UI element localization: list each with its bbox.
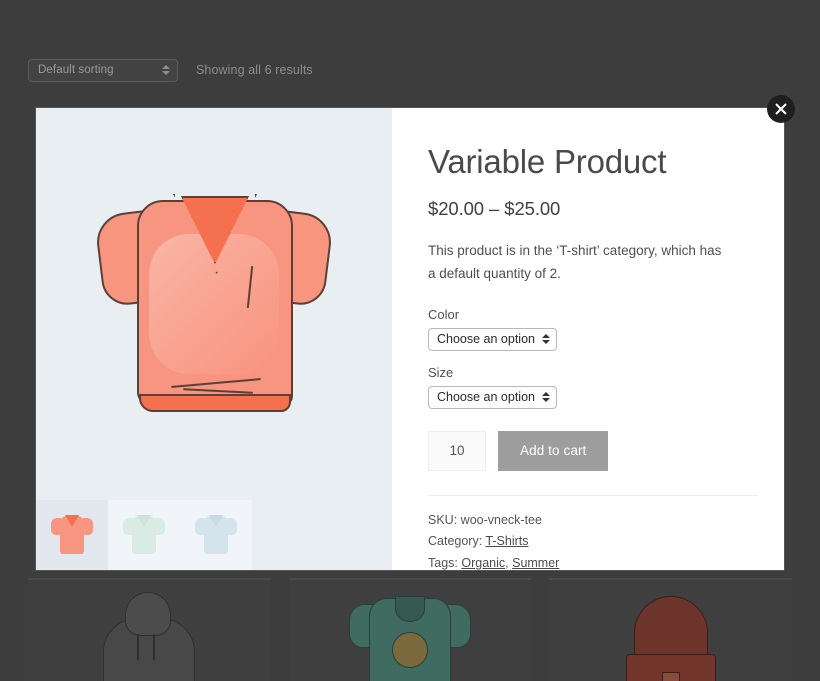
thumbnail-0[interactable] [36,500,108,570]
cart-row: Add to cart [428,431,746,471]
hoodie-illustration [89,590,209,681]
meta-tags: Tags: Organic, Summer [428,553,746,570]
sorting-select-value: Default sorting [38,64,161,76]
product-description: This product is in the ‘T-shirt’ categor… [428,240,728,285]
category-link-t-shirts[interactable]: T-Shirts [485,534,528,548]
salmon-tshirt-illustration [99,194,329,414]
meta-divider [428,495,758,496]
sku-label: SKU: [428,513,457,527]
color-select[interactable]: Choose an option [428,328,557,351]
product-price: $20.00 – $25.00 [428,198,746,220]
tag-link-organic[interactable]: Organic [461,556,505,570]
card-divider [549,578,792,580]
add-to-cart-button[interactable]: Add to cart [498,431,608,471]
thumbnail-strip [36,500,392,570]
thumbnail-tshirt-icon [123,515,165,555]
attribute-color-label: Color [428,307,746,322]
thumbnail-tshirt-icon [51,515,93,555]
product-card-logo-tee[interactable] [289,578,532,681]
card-divider [289,578,532,580]
attribute-color: Color Choose an option [428,307,746,351]
thumbnail-tshirt-icon [195,515,237,555]
sorting-select[interactable]: Default sorting [28,59,178,82]
sku-value: woo-vneck-tee [461,513,542,527]
product-summary: Variable Product $20.00 – $25.00 This pr… [392,108,784,570]
meta-category: Category: T-Shirts [428,531,746,553]
product-gallery [36,108,392,570]
meta-sku: SKU: woo-vneck-tee [428,510,746,532]
green-tee-illustration [347,592,473,681]
thumbnail-1[interactable] [108,500,180,570]
beanie-illustration [616,596,726,681]
product-grid [28,578,792,681]
product-lightbox: Variable Product $20.00 – $25.00 This pr… [36,108,784,570]
product-card-hoodie[interactable] [28,578,271,681]
tag-link-summer[interactable]: Summer [512,556,559,570]
attribute-size-label: Size [428,365,746,380]
stepper-arrows-icon [161,65,171,75]
size-select-value: Choose an option [437,390,535,404]
tags-label: Tags: [428,556,458,570]
chevron-updown-icon [541,392,551,402]
category-label: Category: [428,534,482,548]
card-divider [28,578,271,580]
product-title: Variable Product [428,144,746,180]
shop-toolbar: Default sorting Showing all 6 results [28,50,792,90]
close-button[interactable] [767,95,795,123]
product-meta: SKU: woo-vneck-tee Category: T-Shirts Ta… [428,510,746,570]
close-x-icon [775,103,787,115]
thumbnail-2[interactable] [180,500,252,570]
result-count: Showing all 6 results [196,63,313,77]
color-select-value: Choose an option [437,332,535,346]
size-select[interactable]: Choose an option [428,386,557,409]
quantity-input[interactable] [428,431,486,471]
product-card-beanie[interactable] [549,578,792,681]
chevron-updown-icon [541,334,551,344]
attribute-size: Size Choose an option [428,365,746,409]
main-product-image[interactable] [36,108,392,500]
